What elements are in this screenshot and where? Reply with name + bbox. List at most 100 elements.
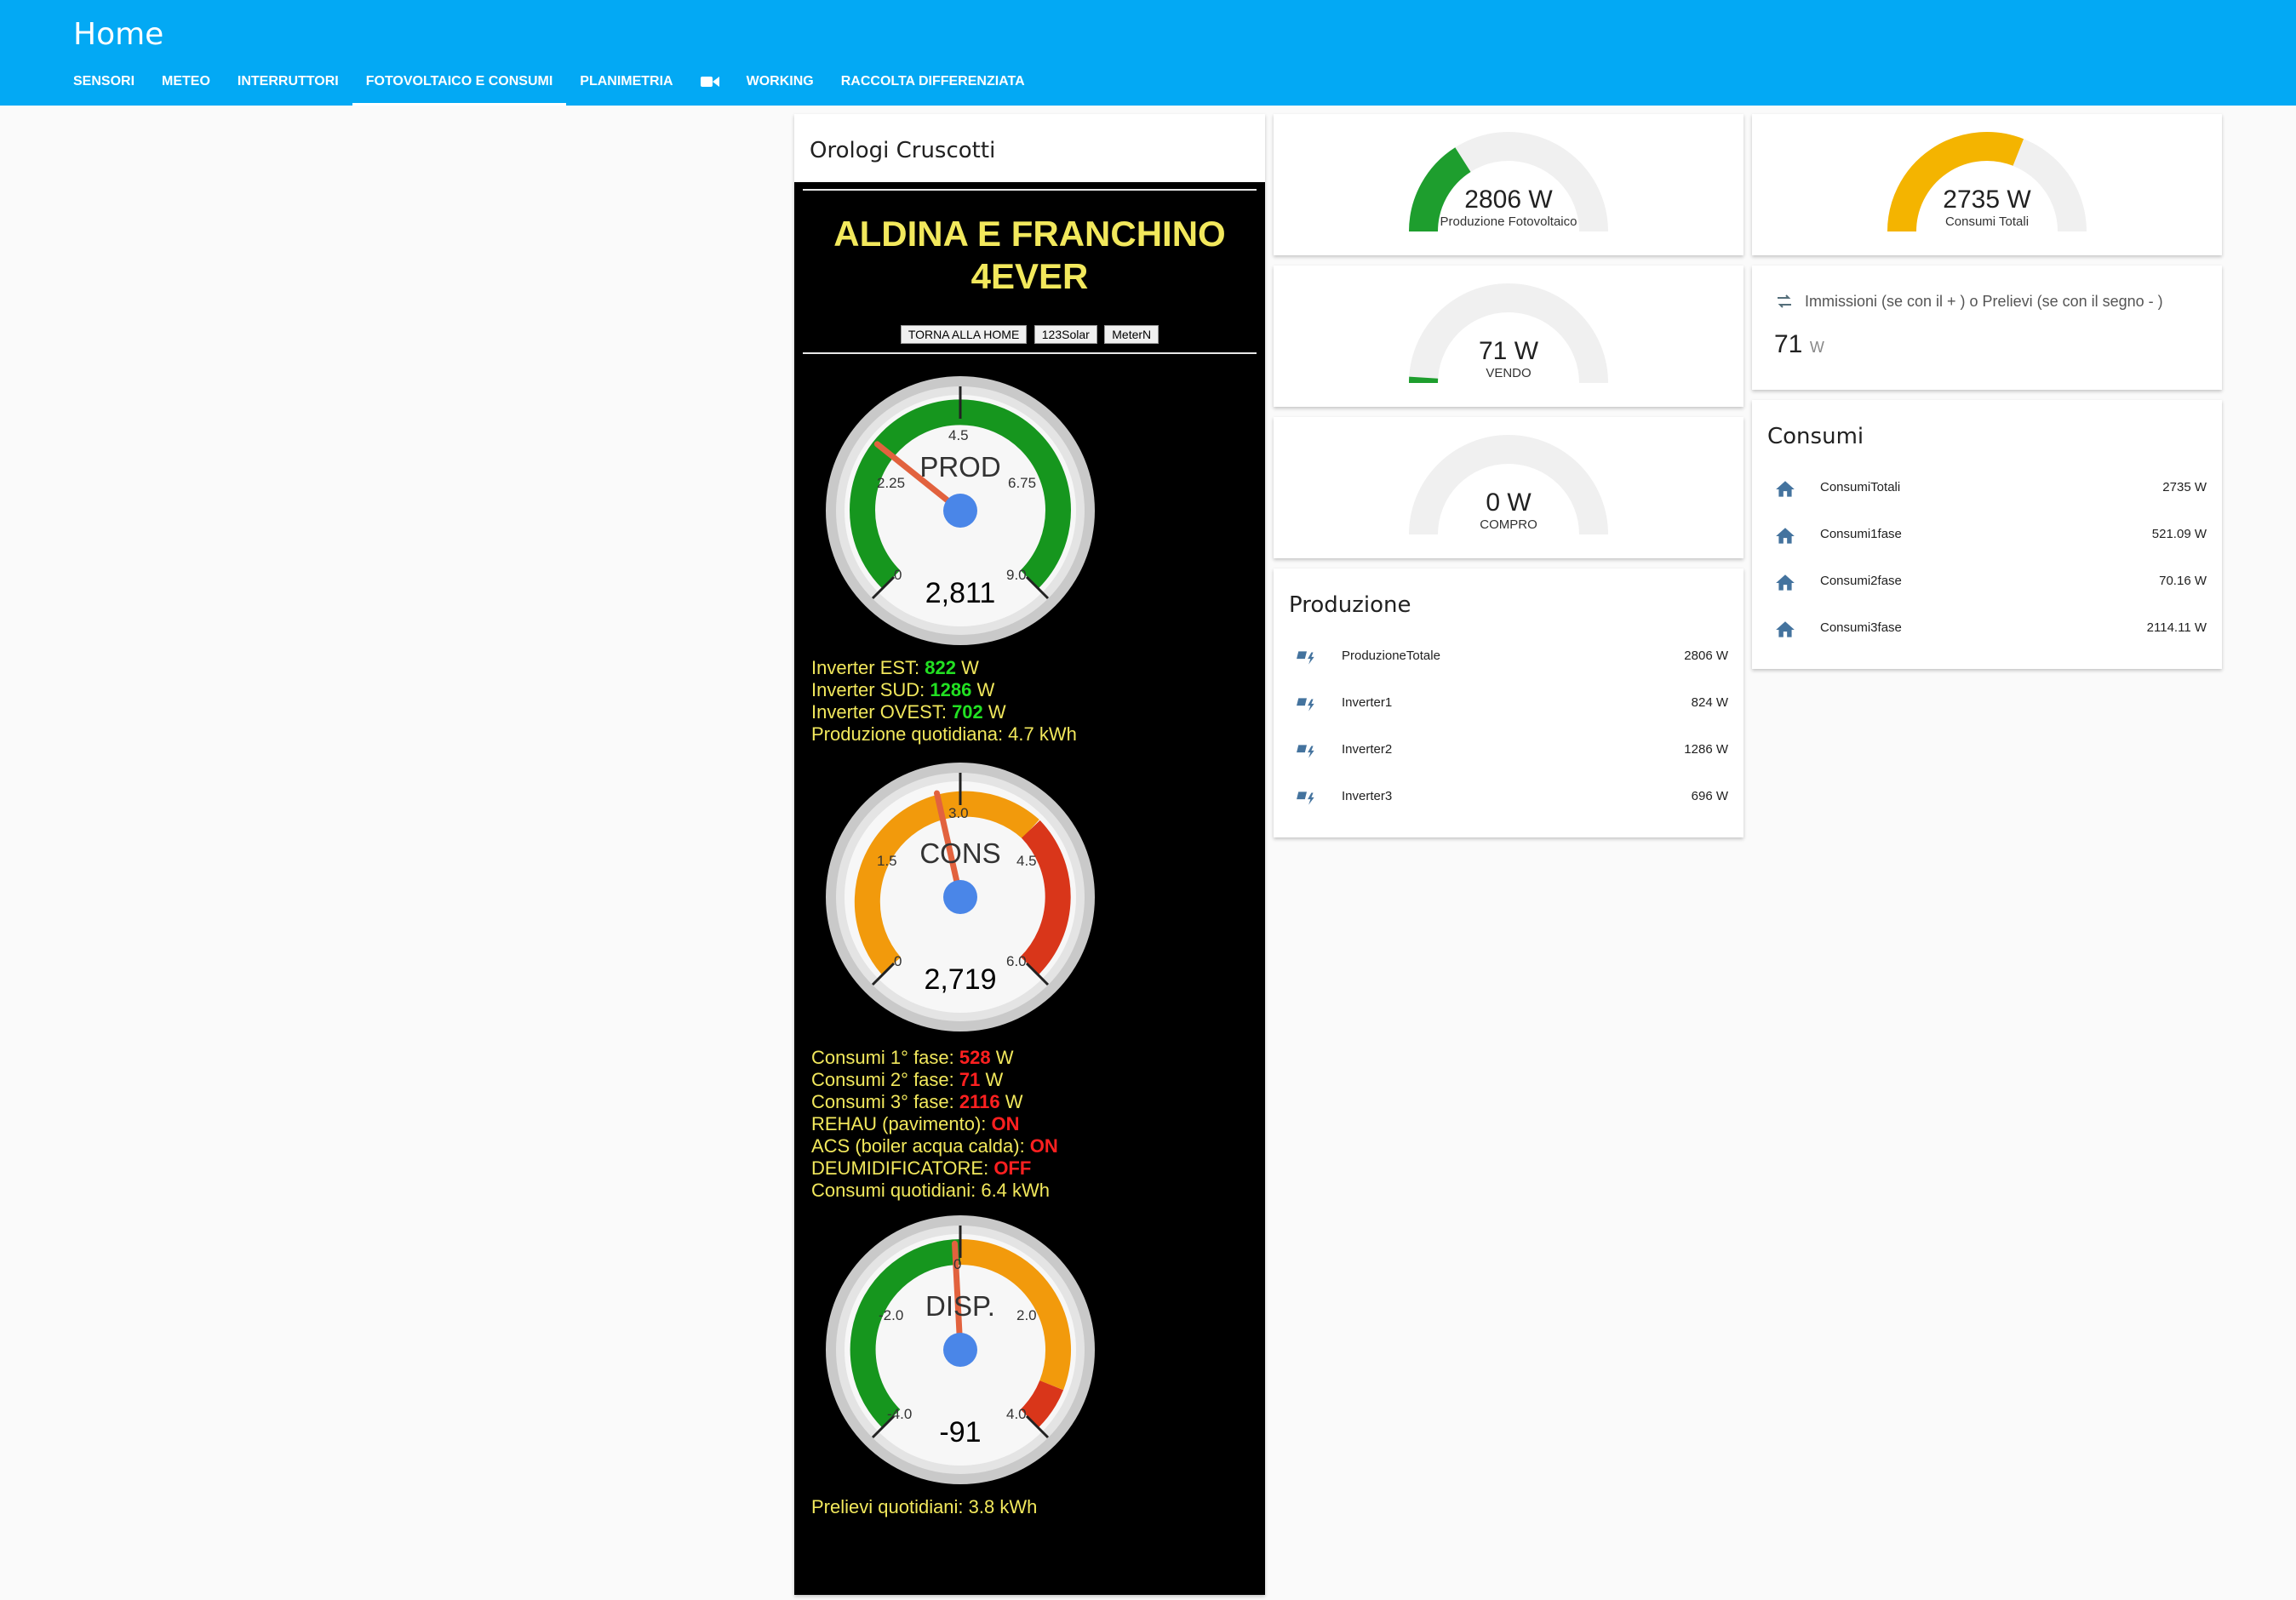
- cons-gauge: 0 1.5 3.0 4.5 6.0 CONS 2,719: [824, 761, 1096, 1033]
- compro-gauge: [1409, 435, 1608, 535]
- entity-name: Inverter2: [1342, 742, 1393, 757]
- solar-power-icon: [1297, 791, 1314, 805]
- entity-name: Consumi3fase: [1820, 620, 1902, 635]
- vendo-gauge: [1409, 283, 1608, 384]
- immissioni-card[interactable]: Immissioni (se con il + ) o Prelievi (se…: [1752, 266, 2222, 390]
- cons-info: Consumi 1° fase: 528 W Consumi 2° fase: …: [811, 1047, 1058, 1202]
- inverter-sud-value: 1286: [930, 679, 972, 700]
- entity-name: Consumi2fase: [1820, 574, 1902, 588]
- consumi-totali-label: Consumi Totali: [1944, 214, 2030, 229]
- divider: [803, 189, 1257, 191]
- disp-gauge-value: -91: [939, 1416, 982, 1449]
- tab-interruttori[interactable]: INTERRUTTORI: [224, 65, 352, 106]
- inverter-est-label: Inverter EST:: [811, 657, 925, 678]
- tab-working[interactable]: WORKING: [733, 65, 827, 106]
- tab-camera[interactable]: [687, 65, 733, 106]
- consumi-totali-gauge-card[interactable]: 2735 W Consumi Totali: [1752, 114, 2222, 255]
- cons-tick-2: 3.0: [948, 805, 969, 821]
- disp-tick-2: 0: [953, 1256, 962, 1272]
- home-icon: [1776, 528, 1795, 544]
- entity-value: 2806 W: [1684, 649, 1728, 663]
- consumi-title: Consumi: [1767, 424, 1864, 449]
- entity-value: 521.09 W: [2151, 527, 2207, 541]
- compro-label: COMPRO: [1480, 517, 1537, 532]
- list-item[interactable]: Consumi3fase 2114.11 W: [1752, 612, 2222, 646]
- tab-raccolta-differenziata[interactable]: RACCOLTA DIFFERENZIATA: [827, 65, 1039, 106]
- acs-label: ACS (boiler acqua calda):: [811, 1135, 1030, 1157]
- app-header: Home SENSORI METEO INTERRUTTORI FOTOVOLT…: [0, 0, 2296, 106]
- unit: W: [982, 701, 1006, 723]
- consumi-2-fase-value: 71: [959, 1069, 981, 1090]
- prod-gauge-value: 2,811: [925, 577, 996, 609]
- dashboard-frame: ALDINA E FRANCHINO 4EVER TORNA ALLA HOME…: [794, 182, 1265, 1595]
- entity-value: 1286 W: [1684, 742, 1728, 757]
- vendo-value: 71 W: [1478, 337, 1539, 365]
- list-item[interactable]: Inverter3 696 W: [1274, 780, 1743, 814]
- tab-sensori[interactable]: SENSORI: [60, 65, 148, 106]
- entity-value: 696 W: [1691, 789, 1728, 803]
- acs-status: ON: [1029, 1135, 1058, 1157]
- consumi-2-fase-label: Consumi 2° fase:: [811, 1069, 959, 1090]
- page-title: Home: [73, 17, 164, 52]
- vendo-label: VENDO: [1486, 366, 1532, 380]
- unit: W: [999, 1091, 1023, 1112]
- consumi-1-fase-value: 528: [959, 1047, 991, 1068]
- list-item[interactable]: ConsumiTotali 2735 W: [1752, 471, 2222, 506]
- rehau-status: ON: [991, 1113, 1020, 1134]
- entity-name: Inverter1: [1342, 695, 1393, 710]
- cons-gauge-value: 2,719: [924, 963, 997, 996]
- cons-gauge-name: CONS: [919, 837, 1001, 869]
- produzione-quotidiana: Produzione quotidiana: 4.7 kWh: [811, 723, 1077, 745]
- prod-gauge-name: PROD: [919, 451, 1001, 483]
- list-item[interactable]: ProduzioneTotale 2806 W: [1274, 640, 1743, 674]
- consumi-3-fase-label: Consumi 3° fase:: [811, 1091, 959, 1112]
- deumidificatore-label: DEUMIDIFICATORE:: [811, 1157, 994, 1179]
- disp-info: Prelievi quotidiani: 3.8 kWh: [811, 1496, 1038, 1517]
- banner-line2: 4EVER: [971, 256, 1089, 296]
- produzione-title: Produzione: [1289, 592, 1411, 618]
- deumidificatore-status: OFF: [993, 1157, 1032, 1179]
- consumi-quotidiani: Consumi quotidiani: 6.4 kWh: [811, 1180, 1051, 1201]
- vendo-gauge-card[interactable]: 71 W VENDO: [1274, 266, 1743, 407]
- entity-name: Inverter3: [1342, 789, 1393, 803]
- tab-planimetria[interactable]: PLANIMETRIA: [566, 65, 686, 106]
- entity-name: ConsumiTotali: [1820, 480, 1901, 494]
- compro-gauge-card[interactable]: 0 W COMPRO: [1274, 417, 1743, 558]
- inverter-est-value: 822: [925, 657, 956, 678]
- home-link-button[interactable]: TORNA ALLA HOME: [900, 325, 1028, 344]
- unit: W: [956, 657, 979, 678]
- metern-link-button[interactable]: MeterN: [1104, 325, 1159, 344]
- fotovoltaico-gauge-card[interactable]: 2806 W Produzione Fotovoltaico: [1274, 114, 1743, 255]
- prod-tick-2: 4.5: [948, 427, 969, 443]
- banner-line1: ALDINA E FRANCHINO: [833, 214, 1226, 254]
- produzione-card: Produzione ProduzioneTotale 2806 W Inver…: [1274, 569, 1743, 837]
- swap-arrows-icon: [1778, 294, 1791, 308]
- tab-meteo[interactable]: METEO: [148, 65, 224, 106]
- fotovoltaico-gauge: [1409, 132, 1608, 232]
- list-item[interactable]: Inverter2 1286 W: [1274, 734, 1743, 768]
- unit: W: [971, 679, 995, 700]
- home-icon: [1776, 621, 1795, 637]
- consumi-3-fase-value: 2116: [959, 1091, 1000, 1112]
- list-item[interactable]: Inverter1 824 W: [1274, 687, 1743, 721]
- video-camera-icon: [700, 76, 719, 87]
- consumi-card: Consumi ConsumiTotali 2735 W Consumi1fas…: [1752, 400, 2222, 669]
- home-icon: [1776, 481, 1795, 497]
- entity-value: 2114.11 W: [2146, 620, 2207, 635]
- consumi-totali-gauge: [1887, 132, 2087, 232]
- list-item[interactable]: Consumi1fase 521.09 W: [1752, 518, 2222, 552]
- tab-fotovoltaico-e-consumi[interactable]: FOTOVOLTAICO E CONSUMI: [352, 65, 567, 106]
- rehau-label: REHAU (pavimento):: [811, 1113, 992, 1134]
- prod-gauge: 0 2.25 4.5 6.75 9.0 PROD 2,811: [824, 374, 1096, 647]
- fotovoltaico-label: Produzione Fotovoltaico: [1440, 214, 1577, 229]
- prod-info: Inverter EST: 822 W Inverter SUD: 1286 W…: [811, 657, 1077, 746]
- immissioni-value: 71 W: [1774, 330, 1824, 359]
- immissioni-label: Immissioni (se con il + ) o Prelievi (se…: [1805, 293, 2163, 310]
- inverter-ovest-value: 702: [952, 701, 983, 723]
- solar-link-button[interactable]: 123Solar: [1033, 325, 1097, 344]
- entity-value: 70.16 W: [2159, 574, 2207, 588]
- list-item[interactable]: Consumi2fase 70.16 W: [1752, 565, 2222, 599]
- compro-value: 0 W: [1486, 489, 1532, 517]
- immissioni-unit: W: [1809, 339, 1824, 356]
- disp-gauge: -4.0 -2.0 0 2.0 4.0 DISP. -91: [824, 1214, 1096, 1486]
